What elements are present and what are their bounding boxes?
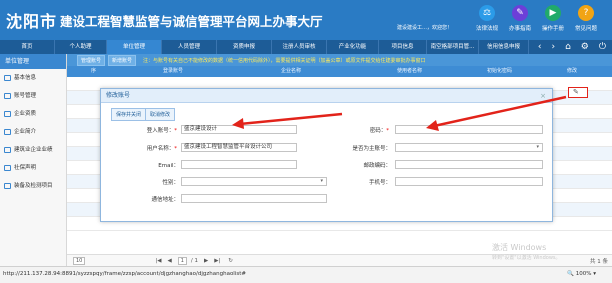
arrowhead-login bbox=[232, 118, 244, 129]
arrow-to-password bbox=[433, 95, 567, 128]
arrow-to-login bbox=[239, 112, 343, 126]
arrowhead-password bbox=[426, 120, 439, 131]
status-url: http://211.137.28.94:8891/syzzspqy/frame… bbox=[3, 271, 246, 277]
watermark-line2: 转到"设置"以激活 Windows。 bbox=[492, 255, 561, 261]
zoom-level[interactable]: 🔍 100% ▾ bbox=[567, 271, 596, 277]
annotation-arrows bbox=[232, 95, 567, 131]
watermark-line1: 激活 Windows bbox=[492, 243, 547, 252]
status-bar: http://211.137.28.94:8891/syzzspqy/frame… bbox=[0, 266, 612, 283]
zoom-icon: 🔍 bbox=[567, 271, 574, 277]
